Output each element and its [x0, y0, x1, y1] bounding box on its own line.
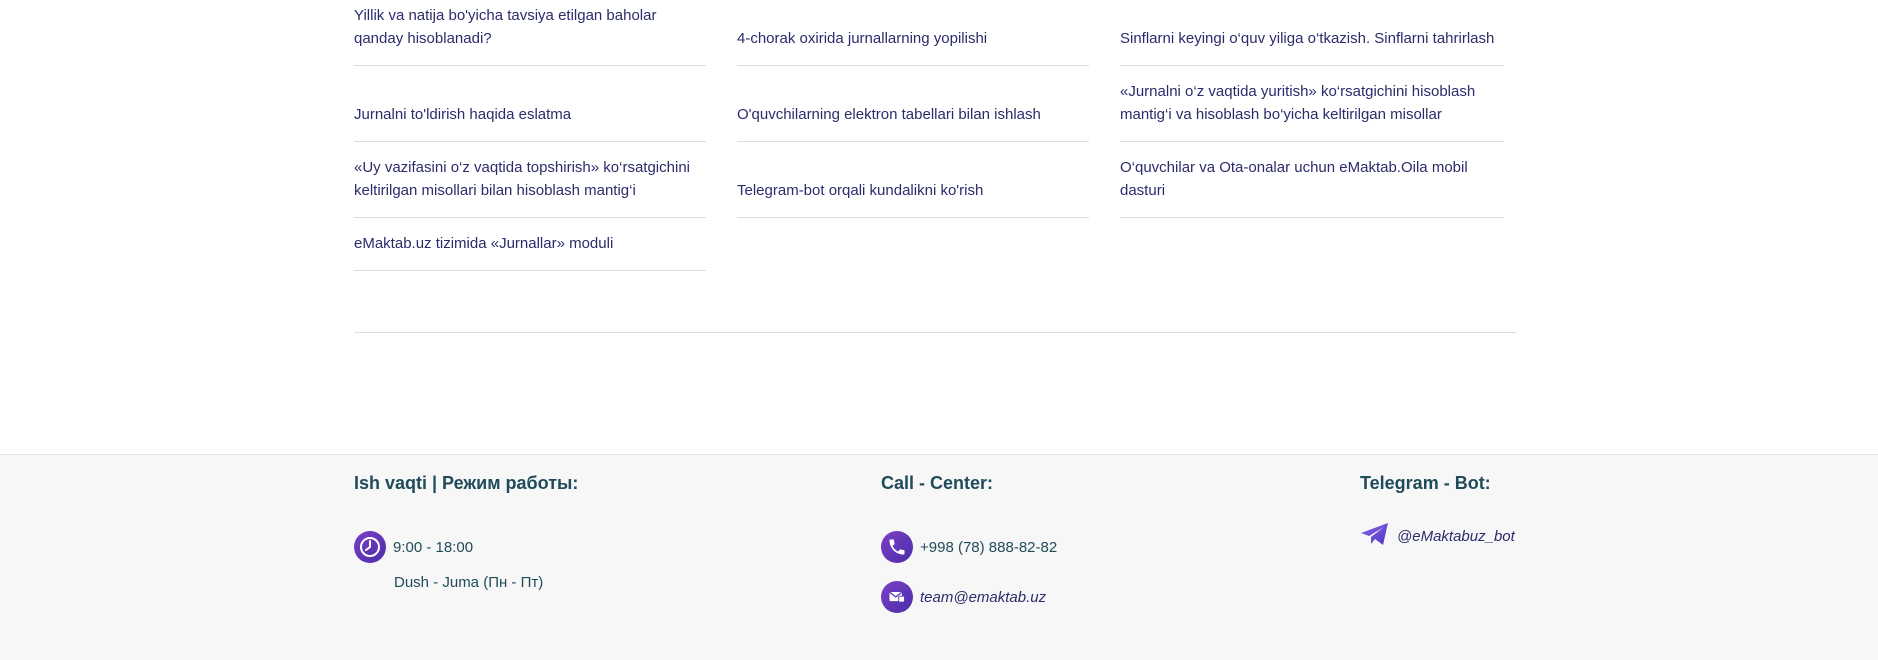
article-text-line: Jurnalni to'ldirish haqida eslatma	[354, 106, 572, 123]
article-text-line: 4-chorak oxirida jurnallarning yopilishi	[737, 30, 988, 47]
article-text-line: dasturi	[1120, 182, 1166, 199]
phone-link[interactable]: +998 (78) 888-82-82	[881, 531, 1057, 563]
email-link[interactable]: team@emaktab.uz	[881, 581, 1046, 613]
telegram-bot-link[interactable]: @eMaktabuz_bot	[1360, 521, 1515, 552]
hours-time: 9:00 - 18:00	[393, 538, 474, 556]
article-link-journal-timeliness[interactable]: «Jurnalni o‘z vaqtida yuritish» ko‘rsatg…	[1120, 66, 1504, 142]
article-link-electronic-reports[interactable]: O'quvchilarning elektron tabellari bilan…	[737, 66, 1089, 142]
article-text-line: qanday hisoblanadi?	[354, 30, 492, 47]
call-center-title: Call - Center:	[881, 473, 994, 493]
article-link-closing-journals[interactable]: 4-chorak oxirida jurnallarning yopilishi	[737, 0, 1089, 66]
clock-icon	[354, 531, 386, 563]
article-link-recommended-grades[interactable]: Yillik va natija bo'yicha tavsiya etilga…	[354, 0, 706, 66]
hours-days: Dush - Juma (Пн - Пт)	[394, 574, 544, 591]
article-text-line: Yillik va natija bo'yicha tavsiya etilga…	[354, 7, 657, 24]
hours-row: 9:00 - 18:00	[354, 531, 473, 563]
phone-icon	[881, 531, 913, 563]
article-text-line: «Jurnalni o‘z vaqtida yuritish» ko‘rsatg…	[1120, 83, 1476, 100]
article-text-line: Telegram-bot orqali kundalikni ko'rish	[737, 182, 984, 199]
telegram-icon	[1360, 521, 1390, 552]
article-text-line: Sinflarni keyingi o‘quv yiliga o‘tkazish…	[1120, 30, 1495, 47]
article-link-journal-reminder[interactable]: Jurnalni to'ldirish haqida eslatma	[354, 66, 706, 142]
articles-column-3: Sinflarni keyingi o‘quv yiliga o‘tkazish…	[1120, 0, 1504, 218]
section-divider	[354, 332, 1516, 333]
article-link-class-transfer[interactable]: Sinflarni keyingi o‘quv yiliga o‘tkazish…	[1120, 0, 1504, 66]
telegram-handle: @eMaktabuz_bot	[1397, 528, 1515, 545]
telegram-title: Telegram - Bot:	[1360, 473, 1491, 493]
article-text-line: eMaktab.uz tizimida «Jurnallar» moduli	[354, 235, 614, 252]
article-link-telegram-diary[interactable]: Telegram-bot orqali kundalikni ko'rish	[737, 142, 1089, 218]
phone-number: +998 (78) 888-82-82	[920, 538, 1058, 556]
article-text-line: O‘quvchilar va Ota-onalar uchun eMaktab.…	[1120, 159, 1468, 176]
article-text-line: mantig‘i va hisoblash bo‘yicha keltirilg…	[1120, 106, 1442, 123]
article-text-line: keltirilgan misollari bilan hisoblash ma…	[354, 182, 636, 199]
article-text-line: «Uy vazifasini o‘z vaqtida topshirish» k…	[354, 159, 690, 176]
article-text-line: O'quvchilarning elektron tabellari bilan…	[737, 106, 1041, 123]
footer: Ish vaqti | Режим работы: 9:00 - 18:00 D…	[0, 454, 1878, 660]
articles-column-2: 4-chorak oxirida jurnallarning yopilishi…	[737, 0, 1089, 218]
article-link-homework-indicator[interactable]: «Uy vazifasini o‘z vaqtida topshirish» k…	[354, 142, 706, 218]
article-link-journals-module[interactable]: eMaktab.uz tizimida «Jurnallar» moduli	[354, 218, 706, 271]
article-link-family-app[interactable]: O‘quvchilar va Ota-onalar uchun eMaktab.…	[1120, 142, 1504, 218]
mail-icon	[881, 581, 913, 613]
email-address: team@emaktab.uz	[920, 588, 1047, 606]
hours-title: Ish vaqti | Режим работы:	[354, 473, 579, 493]
articles-column-1: Yillik va natija bo'yicha tavsiya etilga…	[354, 0, 706, 271]
